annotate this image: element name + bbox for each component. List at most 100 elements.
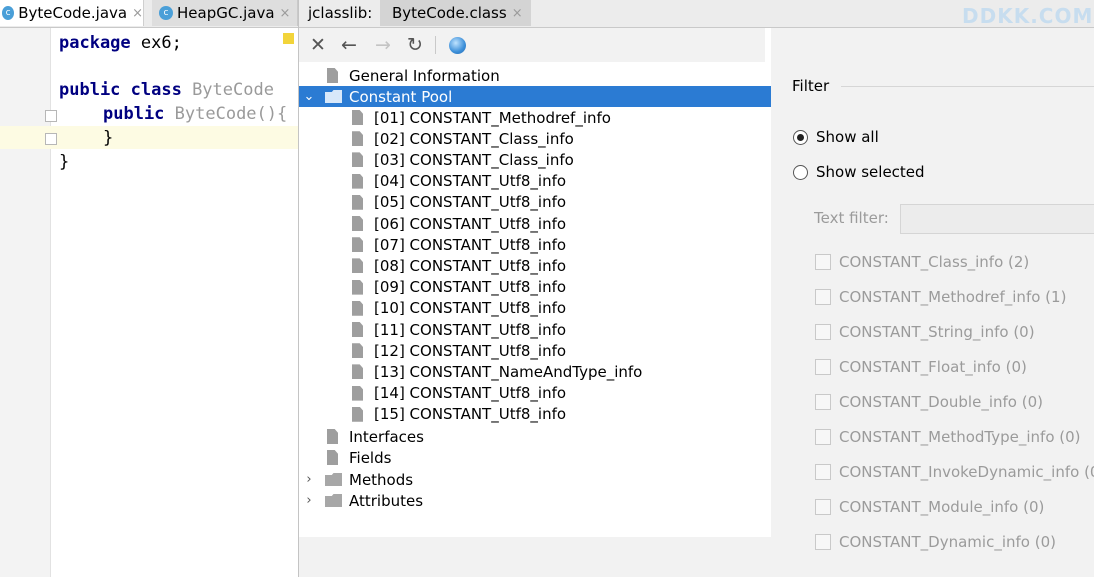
- tree-item-constant-pool[interactable]: ⌄ Constant Pool: [299, 86, 771, 107]
- code-line: package ex6;: [59, 33, 182, 53]
- document-icon: [352, 300, 363, 316]
- radio-checked-icon: [793, 129, 808, 145]
- tab-label: HeapGC.java: [177, 4, 275, 22]
- tree-item-constant-pool-entry[interactable]: [04] CONSTANT_Utf8_info: [352, 171, 566, 192]
- document-icon: [352, 152, 363, 168]
- document-icon: [352, 385, 363, 401]
- code-line: public ByteCode(){: [103, 104, 288, 124]
- document-icon: [327, 429, 338, 444]
- tree-item-interfaces[interactable]: Interfaces: [327, 426, 424, 447]
- filter-title: Filter: [792, 77, 830, 95]
- close-tab-icon[interactable]: ×: [512, 6, 523, 21]
- java-class-icon: c: [159, 6, 173, 20]
- constant-type-checkbox[interactable]: CONSTANT_Module_info (0): [815, 498, 1044, 516]
- tree-item-constant-pool-entry[interactable]: [10] CONSTANT_Utf8_info: [352, 298, 566, 319]
- document-icon: [352, 258, 363, 274]
- editor-gutter: [0, 28, 51, 577]
- document-icon: [352, 322, 363, 337]
- tree-item-constant-pool-entry[interactable]: [12] CONSTANT_Utf8_info: [352, 340, 566, 361]
- tree-item-constant-pool-entry[interactable]: [02] CONSTANT_Class_info: [352, 128, 574, 149]
- constant-type-checkbox[interactable]: CONSTANT_MethodType_info (0): [815, 428, 1081, 446]
- web-help-button[interactable]: [444, 32, 470, 58]
- checkbox-unchecked-icon: [815, 359, 831, 375]
- forward-arrow-icon[interactable]: →: [370, 32, 396, 58]
- constant-type-checkbox[interactable]: CONSTANT_InvokeDynamic_info (0): [815, 463, 1094, 481]
- tree-item-constant-pool-entry[interactable]: [06] CONSTANT_Utf8_info: [352, 213, 566, 234]
- document-icon: [352, 406, 363, 422]
- tree-item-attributes[interactable]: › Attributes: [299, 490, 423, 511]
- chevron-right-icon[interactable]: ›: [299, 472, 319, 487]
- checkbox-unchecked-icon: [815, 289, 831, 305]
- tree-item-constant-pool-entry[interactable]: [07] CONSTANT_Utf8_info: [352, 234, 566, 255]
- tree-item-fields[interactable]: Fields: [327, 447, 391, 468]
- chevron-down-icon[interactable]: ⌄: [299, 89, 319, 104]
- tree-bottom-area: [299, 537, 771, 577]
- code-line: public class ByteCode: [59, 80, 274, 100]
- jclasslib-toolbar: ✕ ← → ↻: [299, 28, 765, 62]
- show-selected-radio[interactable]: Show selected: [793, 163, 925, 181]
- fold-marker-icon[interactable]: [45, 110, 57, 122]
- tab-label: ByteCode.java: [18, 4, 128, 22]
- document-icon: [352, 237, 363, 253]
- document-icon: [352, 194, 363, 210]
- checkbox-unchecked-icon: [815, 254, 831, 270]
- constant-type-checkbox[interactable]: CONSTANT_Float_info (0): [815, 358, 1027, 376]
- fold-marker-icon[interactable]: [45, 133, 57, 145]
- tree-item-constant-pool-entry[interactable]: [01] CONSTANT_Methodref_info: [352, 107, 611, 128]
- checkbox-unchecked-icon: [815, 464, 831, 480]
- checkbox-unchecked-icon: [815, 394, 831, 410]
- tree-item-constant-pool-entry[interactable]: [09] CONSTANT_Utf8_info: [352, 277, 566, 298]
- checkbox-unchecked-icon: [815, 499, 831, 515]
- tree-item-constant-pool-entry[interactable]: [15] CONSTANT_Utf8_info: [352, 404, 566, 425]
- constant-type-checkbox[interactable]: CONSTANT_Dynamic_info (0): [815, 533, 1056, 551]
- tab-heapgc-java[interactable]: c HeapGC.java ×: [152, 0, 298, 26]
- folder-icon: [325, 90, 342, 103]
- document-icon: [352, 131, 363, 147]
- tab-bytecode-class[interactable]: ByteCode.class ×: [380, 0, 531, 26]
- document-icon: [352, 173, 363, 189]
- close-tab-icon[interactable]: ×: [132, 6, 143, 21]
- document-icon: [352, 343, 363, 359]
- document-icon: [327, 450, 338, 465]
- tree-item-constant-pool-entry[interactable]: [03] CONSTANT_Class_info: [352, 149, 574, 170]
- constant-type-checkbox[interactable]: CONSTANT_Methodref_info (1): [815, 288, 1066, 306]
- close-tab-icon[interactable]: ×: [280, 6, 291, 21]
- java-class-icon: c: [2, 6, 15, 20]
- warning-indicator-icon[interactable]: [283, 33, 294, 44]
- tree-item-constant-pool-entry[interactable]: [13] CONSTANT_NameAndType_info: [352, 361, 642, 382]
- text-filter-label: Text filter:: [814, 209, 889, 227]
- class-structure-tree[interactable]: General Information ⌄ Constant Pool [01]…: [299, 63, 771, 537]
- tree-item-constant-pool-entry[interactable]: [14] CONSTANT_Utf8_info: [352, 383, 566, 404]
- checkbox-unchecked-icon: [815, 534, 831, 550]
- constant-type-checkbox[interactable]: CONSTANT_Double_info (0): [815, 393, 1043, 411]
- code-editor[interactable]: package ex6; public class ByteCode publi…: [0, 28, 298, 577]
- tree-item-constant-pool-entry[interactable]: [11] CONSTANT_Utf8_info: [352, 319, 566, 340]
- checkbox-unchecked-icon: [815, 324, 831, 340]
- tree-item-constant-pool-entry[interactable]: [05] CONSTANT_Utf8_info: [352, 192, 566, 213]
- filter-separator: [841, 86, 1094, 87]
- tab-label: jclasslib:: [308, 4, 373, 22]
- document-icon: [327, 68, 338, 83]
- code-line: }: [103, 128, 114, 148]
- back-arrow-icon[interactable]: ←: [336, 32, 362, 58]
- close-icon[interactable]: ✕: [305, 32, 331, 58]
- show-all-radio[interactable]: Show all: [793, 128, 879, 146]
- refresh-icon[interactable]: ↻: [402, 32, 428, 58]
- tab-jclasslib[interactable]: jclasslib:: [300, 0, 380, 26]
- checkbox-unchecked-icon: [815, 429, 831, 445]
- tab-bytecode-java[interactable]: c ByteCode.java ×: [0, 0, 144, 26]
- toolbar-separator: [435, 36, 436, 54]
- tree-item-methods[interactable]: › Methods: [299, 469, 413, 490]
- tab-label: ByteCode.class: [392, 4, 507, 22]
- globe-icon: [448, 36, 466, 54]
- filter-panel: Filter Show all Show selected Text filte…: [771, 28, 1094, 577]
- tree-item-constant-pool-entry[interactable]: [08] CONSTANT_Utf8_info: [352, 255, 566, 276]
- radio-unchecked-icon: [793, 164, 808, 180]
- constant-type-checkbox[interactable]: CONSTANT_Class_info (2): [815, 253, 1029, 271]
- folder-icon: [325, 473, 342, 486]
- constant-type-checkbox[interactable]: CONSTANT_String_info (0): [815, 323, 1035, 341]
- document-icon: [352, 279, 363, 295]
- text-filter-input[interactable]: [900, 204, 1094, 234]
- chevron-right-icon[interactable]: ›: [299, 493, 319, 508]
- tree-item-general-information[interactable]: General Information: [327, 65, 500, 86]
